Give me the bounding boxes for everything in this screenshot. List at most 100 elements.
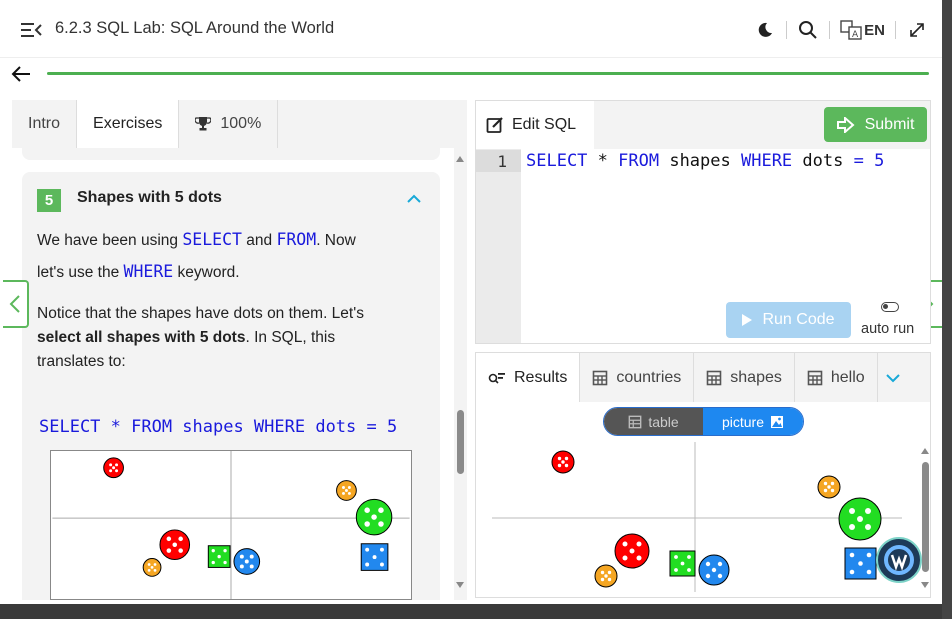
shape-red-big	[614, 533, 650, 569]
language-label[interactable]: EN	[864, 22, 885, 39]
exercise-paragraph-2: Notice that the shapes have dots on them…	[37, 302, 407, 374]
tab-countries[interactable]: countries	[580, 353, 695, 402]
text: . In SQL, this	[245, 329, 336, 346]
shape-green-big	[838, 497, 882, 541]
scrollbar-thumb[interactable]	[922, 462, 929, 572]
code-editor[interactable]: 1 SELECT * FROM shapes WHERE dots = 5 Ru…	[476, 149, 930, 343]
progress-bar	[47, 72, 929, 75]
assistant-logo-icon	[884, 545, 914, 575]
top-toolbar: A EN	[754, 16, 928, 44]
table-icon	[706, 370, 722, 385]
exercise-title: Shapes with 5 dots	[77, 189, 222, 206]
page-title: 6.2.3 SQL Lab: SQL Around the World	[55, 19, 335, 37]
divider	[786, 21, 788, 39]
bold-text: select all shapes with 5 dots	[37, 329, 246, 346]
fullscreen-icon[interactable]	[906, 19, 928, 41]
search-icon[interactable]	[797, 19, 819, 41]
results-scrollbar[interactable]	[920, 448, 930, 594]
code-text: shapes	[659, 151, 741, 171]
view-table-button[interactable]: table	[604, 408, 703, 435]
shape-red-big	[159, 529, 191, 561]
menu-collapse-icon[interactable]	[20, 20, 42, 40]
submit-button[interactable]: Submit	[824, 107, 927, 142]
code-text: *	[587, 151, 619, 171]
tab-shapes[interactable]: shapes	[694, 353, 795, 402]
scroll-up-arrow[interactable]	[921, 448, 929, 454]
assistant-widget-button[interactable]	[876, 537, 922, 583]
divider	[895, 21, 896, 39]
keyword: FROM	[276, 230, 317, 249]
text: keyword.	[173, 264, 240, 281]
exercise-card: 5 Shapes with 5 dots We have been using …	[22, 172, 440, 600]
table-icon	[807, 370, 823, 385]
instructions-content: 5 Shapes with 5 dots We have been using …	[12, 148, 454, 600]
tab-hello[interactable]: hello	[795, 353, 878, 402]
code-line[interactable]: SELECT * FROM shapes WHERE dots = 5	[526, 151, 884, 171]
chevron-left-icon	[9, 295, 20, 313]
keyword: WHERE	[123, 262, 174, 281]
keyword: SELECT	[182, 230, 242, 249]
shape-blue-circle	[233, 548, 261, 575]
tab-label: Results	[514, 368, 568, 386]
tab-edit-sql[interactable]: Edit SQL	[476, 101, 594, 149]
scroll-up-arrow[interactable]	[456, 156, 464, 162]
dark-mode-icon[interactable]	[754, 19, 776, 41]
tab-label: countries	[616, 368, 682, 386]
tab-label: Intro	[28, 115, 61, 132]
run-label: Run Code	[762, 311, 835, 328]
scrollbar-thumb[interactable]	[457, 410, 464, 474]
text: translates to:	[37, 353, 126, 370]
results-icon	[488, 372, 505, 384]
shape-blue-circle	[698, 554, 730, 586]
view-picture-button[interactable]: picture	[703, 408, 803, 435]
back-arrow-icon[interactable]	[10, 63, 32, 85]
text: and	[241, 232, 277, 249]
instructions-scrollbar[interactable]	[454, 148, 467, 600]
code-number: 5	[863, 151, 885, 171]
sql-editor-panel: Edit SQL Submit 1 SELECT * FROM shapes W…	[475, 100, 931, 344]
shape-blue-square	[844, 547, 877, 580]
submit-label: Submit	[864, 115, 915, 133]
translate-icon[interactable]: A EN	[840, 19, 885, 41]
shape-green-square	[207, 545, 231, 568]
shape-orange-top	[336, 480, 357, 501]
window-edge	[942, 0, 952, 619]
scroll-down-arrow[interactable]	[921, 582, 929, 588]
results-body: table picture	[476, 402, 930, 597]
tab-progress[interactable]: 100%	[179, 100, 279, 148]
shapes-result-plot	[492, 442, 902, 592]
shape-green-square	[669, 550, 696, 577]
code-keyword: SELECT	[526, 151, 588, 171]
code-keyword: WHERE	[740, 151, 793, 171]
results-panel: Results countries shapes hello table pic…	[475, 352, 931, 598]
shape-blue-square	[360, 543, 389, 571]
svg-text:A: A	[852, 30, 859, 40]
auto-run-toggle[interactable]	[881, 302, 899, 312]
tab-intro[interactable]: Intro	[12, 100, 78, 148]
scroll-down-arrow[interactable]	[456, 582, 464, 588]
view-table-label: table	[648, 413, 679, 430]
code-text: dots	[792, 151, 854, 171]
text: Notice that the shapes have dots on them…	[37, 305, 364, 322]
shape-red-small	[103, 457, 124, 479]
tab-label: Exercises	[93, 115, 163, 132]
previous-exercise-card	[22, 148, 440, 160]
tab-label: hello	[830, 368, 865, 386]
shape-red-small	[551, 450, 575, 474]
auto-run-label: auto run	[861, 321, 915, 337]
tab-exercises[interactable]: Exercises	[77, 100, 180, 148]
image-icon	[771, 415, 784, 428]
trophy-icon	[195, 117, 212, 131]
run-code-button[interactable]: Run Code	[726, 302, 851, 338]
divider	[829, 21, 831, 39]
exercise-paragraph-1b: let's use the WHERE keyword.	[37, 260, 407, 285]
text: let's use the	[37, 264, 124, 281]
submit-icon	[836, 116, 855, 133]
tab-results[interactable]: Results	[476, 353, 581, 402]
table-icon	[593, 370, 608, 385]
chevron-up-icon[interactable]	[406, 192, 422, 204]
previous-page-button[interactable]	[3, 280, 29, 328]
more-tabs-button[interactable]	[878, 353, 908, 402]
shape-orange-top	[817, 475, 841, 499]
tab-label: 100%	[220, 115, 262, 132]
